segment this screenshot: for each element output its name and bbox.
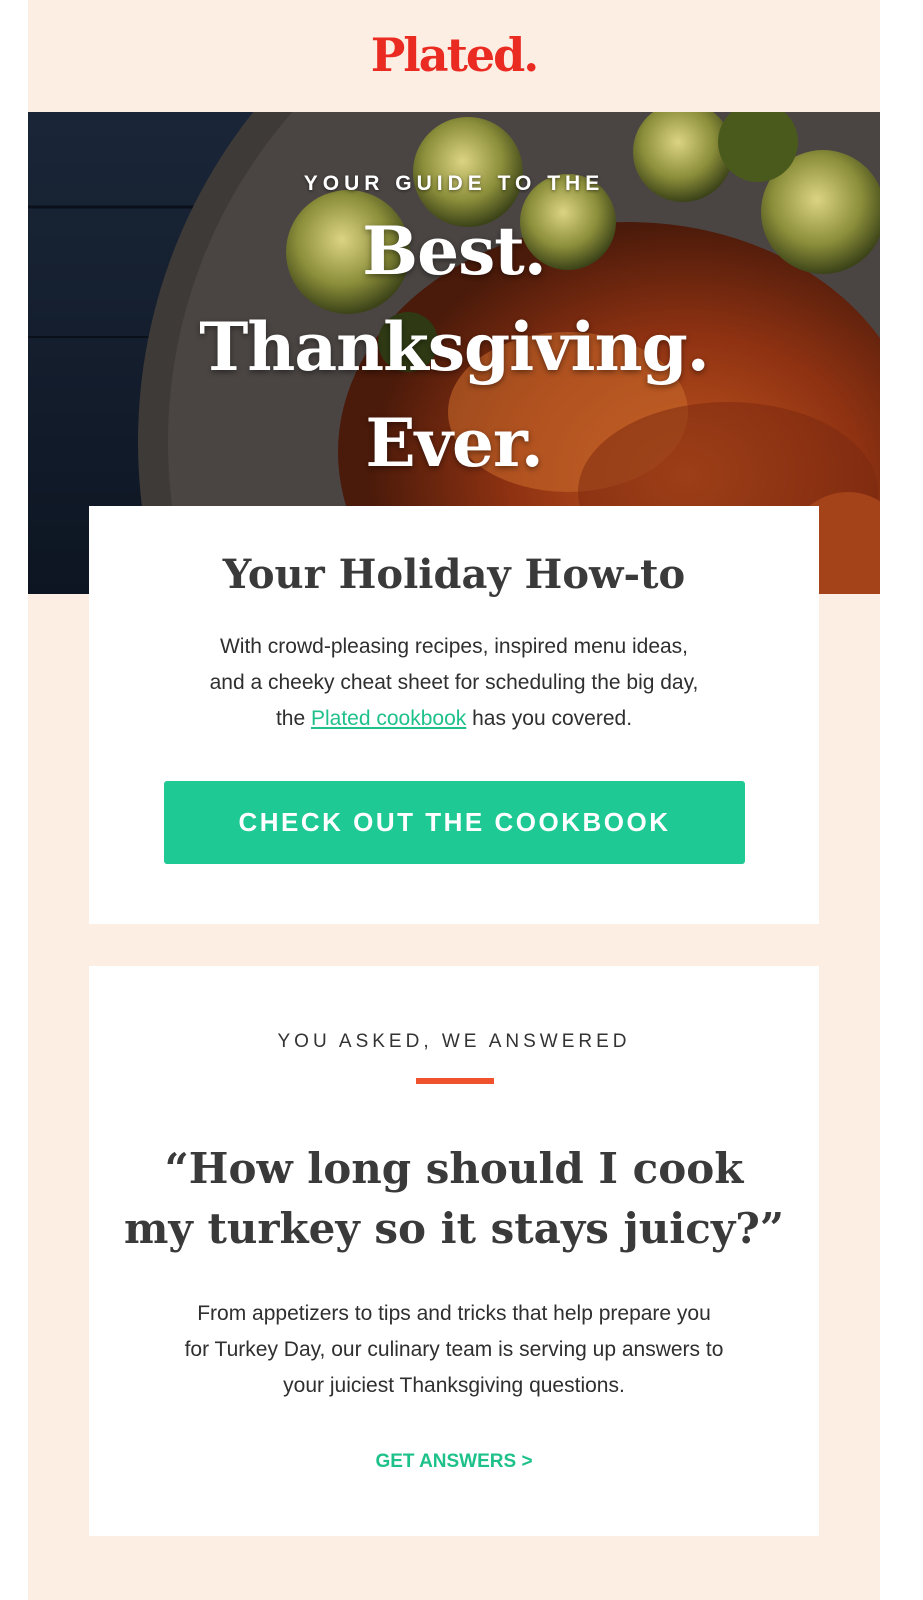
- divider-rule: [416, 1078, 494, 1084]
- faq-question-line2: my turkey so it stays juicy?”: [123, 1204, 784, 1253]
- faq-description: From appetizers to tips and tricks that …: [89, 1296, 819, 1404]
- hero-eyebrow: YOUR GUIDE TO THE: [303, 172, 605, 195]
- faq-card: YOU ASKED, WE ANSWERED “How long should …: [89, 966, 819, 1536]
- plated-cookbook-link[interactable]: Plated cookbook: [311, 707, 466, 730]
- faq-question-line1: “How long should I cook: [164, 1144, 744, 1193]
- holiday-line3-before: the: [275, 707, 311, 730]
- header: Plated.: [28, 0, 880, 112]
- hero-headline-line1: Best.: [362, 212, 546, 290]
- get-answers-link[interactable]: GET ANSWERS >: [89, 1451, 819, 1473]
- plated-logo[interactable]: Plated.: [28, 28, 880, 82]
- check-out-cookbook-button[interactable]: CHECK OUT THE COOKBOOK: [164, 781, 745, 864]
- faq-eyebrow: YOU ASKED, WE ANSWERED: [277, 1031, 631, 1052]
- holiday-line1: With crowd-pleasing recipes, inspired me…: [219, 635, 689, 658]
- faq-line3: your juiciest Thanksgiving questions.: [283, 1374, 625, 1397]
- hero-headline-line2: Thanksgiving.: [199, 308, 710, 386]
- holiday-line3-after: has you covered.: [466, 707, 633, 730]
- hero-headline-line3: Ever.: [365, 404, 543, 482]
- holiday-description: With crowd-pleasing recipes, inspired me…: [89, 629, 819, 737]
- faq-line2: for Turkey Day, our culinary team is ser…: [184, 1338, 724, 1361]
- holiday-howto-card: Your Holiday How-to With crowd-pleasing …: [89, 506, 819, 924]
- holiday-line2: and a cheeky cheat sheet for scheduling …: [209, 671, 699, 694]
- email-container: Plated. YOUR GUIDE TO THE Best. Thanksgi…: [28, 0, 880, 1600]
- holiday-line3: the Plated cookbook has you covered.: [89, 701, 819, 737]
- holiday-title: Your Holiday How-to: [222, 551, 686, 598]
- faq-line1: From appetizers to tips and tricks that …: [197, 1302, 711, 1325]
